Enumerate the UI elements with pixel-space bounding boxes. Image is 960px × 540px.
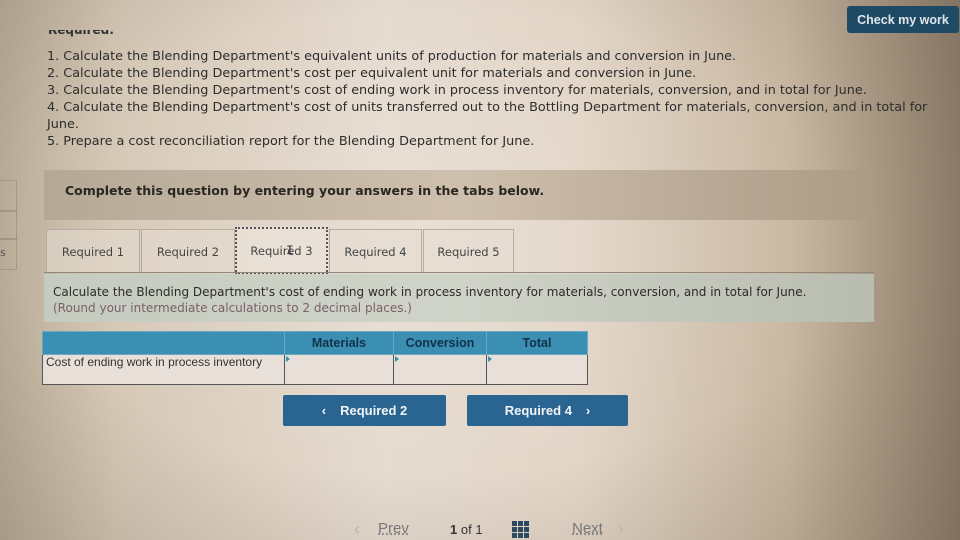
pager-next-link[interactable]: Next	[572, 520, 603, 537]
next-required-label: Required 4	[504, 403, 572, 418]
grid-view-icon[interactable]	[512, 521, 529, 538]
prev-required-button[interactable]: ‹ Required 2	[283, 395, 446, 426]
conversion-input[interactable]	[393, 354, 487, 385]
header-total: Total	[486, 331, 588, 355]
pager-chevron-left-icon: ‹	[354, 519, 360, 538]
complete-question-banner: Complete this question by entering your …	[44, 170, 872, 220]
instruction-text: Calculate the Blending Department's cost…	[53, 285, 807, 299]
requirement-item: 2. Calculate the Blending Department's c…	[47, 66, 697, 81]
instructions-panel: Calculate the Blending Department's cost…	[44, 274, 874, 322]
tab-required-2[interactable]: Required 2	[141, 229, 235, 273]
pager-chevron-right-icon: ›	[618, 519, 624, 538]
requirements-list: 1. Calculate the Blending Department's e…	[47, 48, 942, 150]
table-row: Cost of ending work in process inventory	[42, 354, 588, 385]
text-cursor-icon: I	[286, 243, 294, 258]
header-conversion: Conversion	[393, 331, 487, 355]
tab-required-1[interactable]: Required 1	[46, 229, 140, 273]
next-required-button[interactable]: Required 4 ›	[467, 395, 628, 426]
tab-required-5[interactable]: Required 5	[423, 229, 514, 273]
left-panel-cell	[0, 180, 17, 212]
header-materials: Materials	[284, 331, 394, 355]
answer-table: Materials Conversion Total Cost of endin…	[42, 331, 588, 385]
page-count: 1 of 1	[450, 522, 483, 537]
row-label: Cost of ending work in process inventory	[42, 354, 285, 385]
requirement-item: 1. Calculate the Blending Department's e…	[47, 49, 737, 64]
requirement-item: 5. Prepare a cost reconciliation report …	[47, 134, 535, 149]
chevron-right-icon: ›	[585, 403, 591, 418]
tab-required-4[interactable]: Required 4	[329, 229, 422, 273]
complete-question-text: Complete this question by entering your …	[65, 183, 545, 198]
left-panel-letter: s	[0, 246, 6, 259]
total-input[interactable]	[486, 354, 588, 385]
pager-prev-link[interactable]: Prev	[378, 520, 409, 537]
materials-input[interactable]	[284, 354, 394, 385]
required-heading: Required:	[48, 30, 115, 37]
check-my-work-button[interactable]: Check my work	[847, 6, 959, 33]
left-panel-cell	[0, 210, 17, 240]
tab-required-3[interactable]: Required 3	[235, 227, 328, 275]
header-blank	[42, 331, 285, 355]
rounding-note: (Round your intermediate calculations to…	[53, 301, 412, 315]
chevron-left-icon: ‹	[321, 403, 327, 418]
table-header-row: Materials Conversion Total	[42, 331, 588, 355]
requirement-item: 4. Calculate the Blending Department's c…	[47, 100, 928, 132]
requirement-item: 3. Calculate the Blending Department's c…	[47, 83, 867, 98]
prev-required-label: Required 2	[340, 403, 408, 418]
tab-divider	[44, 272, 874, 273]
pagination: ‹ Prev 1 of 1 Next ›	[350, 519, 640, 540]
